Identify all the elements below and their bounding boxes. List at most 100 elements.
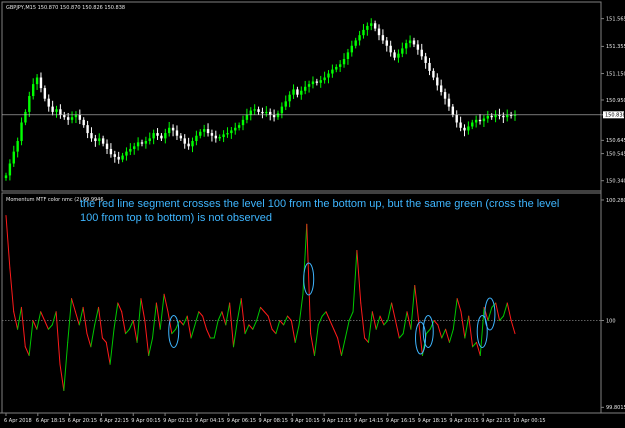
candle-body bbox=[16, 141, 19, 152]
momentum-segment-red bbox=[40, 311, 46, 321]
momentum-segment-green bbox=[94, 306, 100, 326]
candle-body bbox=[424, 56, 427, 63]
candle-body bbox=[366, 25, 369, 30]
annotation-line-2: 100 from top to bottom) is not observed bbox=[80, 212, 272, 224]
candle-body bbox=[420, 49, 423, 57]
candle-body bbox=[55, 109, 58, 112]
momentum-segment-red bbox=[329, 320, 335, 330]
momentum-segment-red bbox=[364, 337, 369, 343]
candle-body bbox=[245, 114, 249, 120]
momentum-segment-green bbox=[256, 306, 261, 321]
price-tick-label: 150.950 bbox=[606, 98, 625, 104]
candle-body bbox=[191, 141, 194, 147]
momentum-segment-red bbox=[121, 311, 127, 335]
price-tick-label: 151.565 bbox=[606, 16, 625, 22]
candle-body bbox=[261, 111, 264, 114]
momentum-segment-green bbox=[398, 333, 404, 339]
momentum-segment-red bbox=[221, 311, 227, 326]
candle-body bbox=[443, 92, 447, 99]
candle-body bbox=[358, 35, 361, 41]
candle-body bbox=[432, 70, 435, 78]
momentum-segment-red bbox=[229, 302, 235, 348]
candle-body bbox=[133, 146, 136, 149]
momentum-segment-green bbox=[375, 315, 381, 330]
time-tick-label: 6 Apr 20:15 bbox=[68, 418, 97, 424]
momentum-segment-green bbox=[348, 311, 354, 321]
candle-body bbox=[307, 84, 311, 87]
momentum-segment-red bbox=[290, 320, 296, 343]
momentum-segment-green bbox=[252, 320, 258, 330]
candle-body bbox=[354, 40, 357, 46]
candle-body bbox=[362, 29, 365, 36]
momentum-segment-green bbox=[340, 337, 346, 356]
candle-body bbox=[389, 45, 392, 53]
momentum-segment-red bbox=[248, 324, 254, 330]
candle-body bbox=[144, 141, 148, 144]
candle-body bbox=[24, 111, 27, 123]
candle-body bbox=[66, 117, 70, 120]
momentum-segment-red bbox=[418, 320, 423, 356]
candle-body bbox=[459, 122, 462, 128]
candle-body bbox=[436, 77, 439, 86]
momentum-segment-red bbox=[263, 311, 269, 317]
candle-body bbox=[502, 115, 505, 118]
momentum-segment-red bbox=[86, 333, 92, 348]
candle-body bbox=[319, 80, 322, 83]
chart-area: GBPJPY,M15 150.870 150.870 150.826 150.8… bbox=[0, 1, 625, 424]
momentum-segment-green bbox=[472, 341, 477, 348]
candle-body bbox=[187, 143, 190, 147]
candle-body bbox=[183, 138, 186, 144]
momentum-segment-green bbox=[159, 293, 165, 330]
momentum-segment-red bbox=[179, 320, 184, 326]
time-tick-label: 9 Apr 10:15 bbox=[290, 418, 319, 424]
candle-body bbox=[296, 89, 299, 95]
candle-body bbox=[338, 64, 342, 67]
candle-body bbox=[206, 129, 210, 134]
momentum-segment-red bbox=[105, 341, 111, 365]
candle-body bbox=[249, 110, 252, 115]
momentum-segment-red bbox=[337, 337, 342, 356]
candle-body bbox=[482, 118, 486, 122]
momentum-segment-green bbox=[78, 306, 84, 326]
candle-body bbox=[292, 89, 295, 95]
momentum-segment-red bbox=[186, 315, 192, 339]
momentum-segment-red bbox=[44, 320, 49, 330]
candle-body bbox=[202, 129, 206, 132]
candle-body bbox=[140, 142, 144, 144]
price-axis: 151.565 151.355 151.150 150.950 150.838 150.6… bbox=[601, 16, 625, 185]
momentum-segment-green bbox=[148, 337, 154, 356]
momentum-segment-red bbox=[71, 298, 76, 313]
momentum-segment-red bbox=[132, 320, 138, 343]
candle-body bbox=[486, 115, 490, 119]
candlestick-series bbox=[4, 18, 517, 181]
momentum-segment-green bbox=[171, 328, 177, 335]
momentum-segment-red bbox=[5, 215, 11, 269]
candle-body bbox=[20, 122, 23, 142]
momentum-segment-green bbox=[217, 311, 223, 321]
current-price-label: 150.838 bbox=[605, 113, 625, 119]
candle-body bbox=[230, 130, 233, 134]
candle-body bbox=[323, 77, 326, 81]
candle-body bbox=[342, 58, 346, 65]
indicator-tick-label: 99.8015 bbox=[606, 405, 625, 411]
candle-body bbox=[234, 127, 237, 131]
momentum-segment-red bbox=[371, 311, 377, 330]
candle-body bbox=[129, 148, 132, 152]
momentum-segment-red bbox=[20, 306, 26, 348]
momentum-segment-green bbox=[213, 320, 219, 339]
momentum-segment-green bbox=[125, 328, 130, 335]
candle-body bbox=[412, 40, 416, 45]
candle-body bbox=[408, 40, 412, 44]
candle-body bbox=[269, 111, 272, 115]
momentum-segment-red bbox=[9, 267, 15, 313]
candle-body bbox=[152, 133, 155, 139]
time-axis: 6 Apr 2018 6 Apr 18:15 6 Apr 20:15 6 Apr 22… bbox=[4, 413, 546, 424]
time-tick-label: 6 Apr 18:15 bbox=[36, 418, 65, 424]
candle-body bbox=[101, 138, 105, 144]
candle-body bbox=[447, 98, 451, 107]
candle-body bbox=[327, 73, 330, 78]
momentum-segment-green bbox=[502, 302, 508, 317]
momentum-segment-red bbox=[460, 311, 466, 339]
momentum-segment-red bbox=[437, 324, 443, 339]
candle-body bbox=[451, 106, 455, 115]
